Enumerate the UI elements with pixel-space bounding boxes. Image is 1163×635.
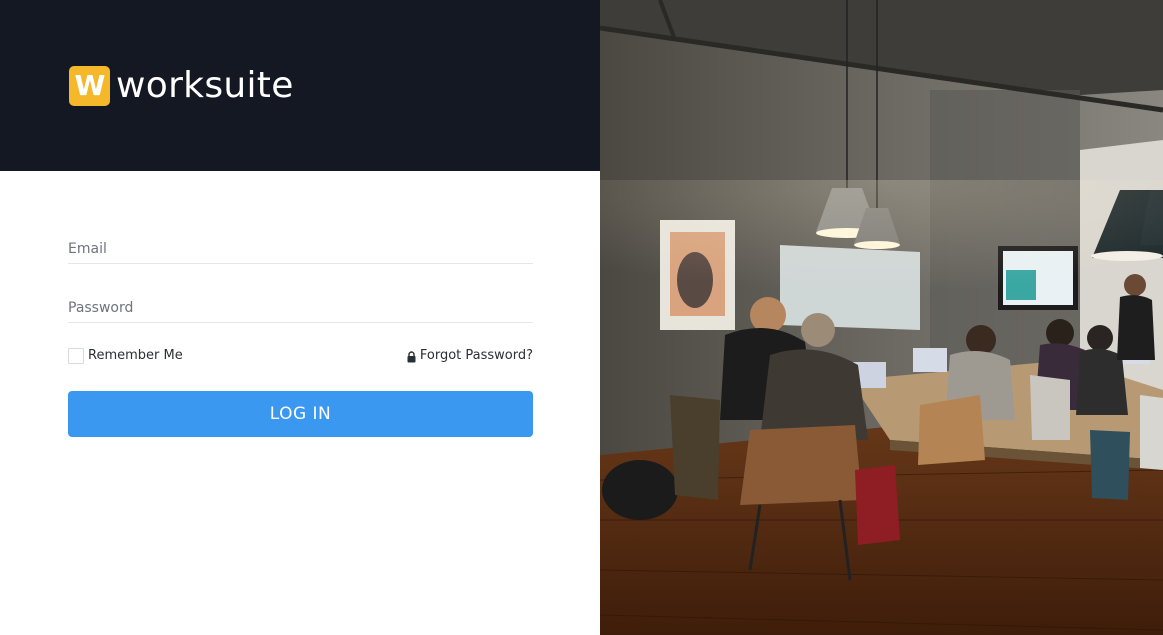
email-field-wrapper: [68, 230, 533, 264]
remember-me[interactable]: Remember Me: [68, 348, 183, 364]
forgot-password-link[interactable]: Forgot Password?: [407, 348, 533, 364]
worksuite-logo: W worksuite: [69, 66, 294, 106]
remember-me-label: Remember Me: [88, 348, 183, 363]
office-workspace-illustration: [600, 0, 1163, 635]
login-options-row: Remember Me Forgot Password?: [68, 348, 533, 368]
email-input[interactable]: [68, 238, 533, 260]
logo-mark-icon: W: [69, 66, 110, 106]
brand-header: W worksuite: [0, 0, 600, 171]
password-input[interactable]: [68, 297, 533, 319]
login-form: Remember Me Forgot Password? LOG IN: [68, 230, 533, 437]
remember-me-checkbox[interactable]: [68, 348, 84, 364]
password-field-wrapper: [68, 289, 533, 323]
logo-text: worksuite: [116, 65, 294, 106]
login-panel: W worksuite Remember Me Forgot: [0, 0, 600, 635]
office-photo: [600, 0, 1163, 635]
login-button[interactable]: LOG IN: [68, 391, 533, 437]
lock-icon: [407, 350, 416, 363]
forgot-password-label: Forgot Password?: [419, 348, 533, 363]
